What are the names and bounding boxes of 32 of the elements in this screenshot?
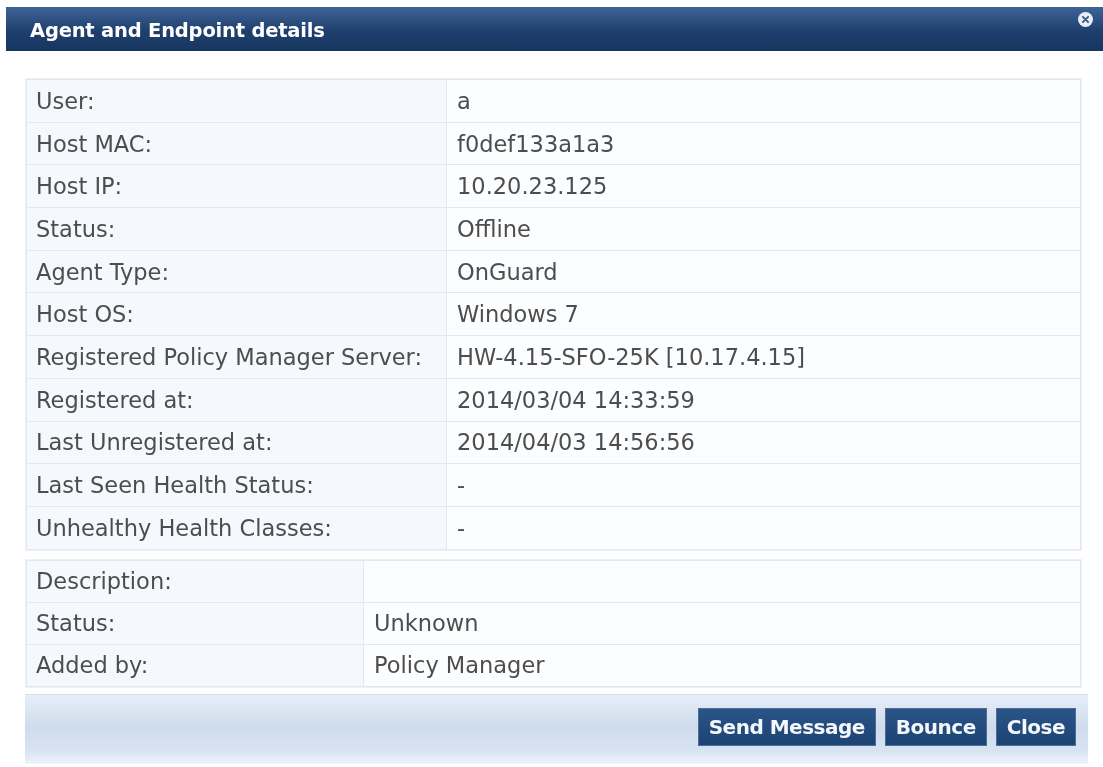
field-label: Registered at:: [27, 378, 446, 421]
field-value: Windows 7: [447, 293, 1080, 336]
field-label: Last Unregistered at:: [27, 421, 446, 464]
field-value: -: [447, 464, 1080, 506]
field-value: 2014/03/04 14:33:59: [447, 378, 1080, 421]
dialog-title: Agent and Endpoint details: [30, 17, 325, 42]
field-value: Offline: [447, 208, 1080, 250]
action-button[interactable]: Bounce: [884, 707, 987, 746]
field-label: Description:: [27, 560, 363, 602]
field-value: a: [447, 80, 1080, 122]
field-label: Registered Policy Manager Server:: [27, 336, 446, 378]
field-label: Status:: [27, 208, 446, 250]
field-label: Added by:: [27, 644, 363, 686]
field-label: User:: [27, 80, 446, 122]
field-value: -: [447, 506, 1080, 549]
field-label: Agent Type:: [27, 250, 446, 293]
field-value: Unknown: [364, 602, 1080, 644]
field-value: 2014/04/03 14:56:56: [447, 421, 1080, 464]
field-value: Policy Manager: [364, 644, 1080, 686]
field-label: Host OS:: [27, 293, 446, 336]
field-label: Status:: [27, 602, 363, 644]
field-label: Host MAC:: [27, 122, 446, 165]
field-label: Unhealthy Health Classes:: [27, 506, 446, 549]
field-value: OnGuard: [447, 250, 1080, 293]
close-icon[interactable]: [1078, 11, 1093, 27]
field-value: HW-4.15-SFO-25K [10.17.4.15]: [447, 336, 1080, 378]
field-value: 10.20.23.125: [447, 165, 1080, 208]
action-button[interactable]: Send Message: [697, 707, 876, 746]
action-button[interactable]: Close: [995, 707, 1076, 746]
field-label: Last Seen Health Status:: [27, 464, 446, 506]
field-value: f0def133a1a3: [447, 122, 1080, 165]
field-label: Host IP:: [27, 165, 446, 208]
